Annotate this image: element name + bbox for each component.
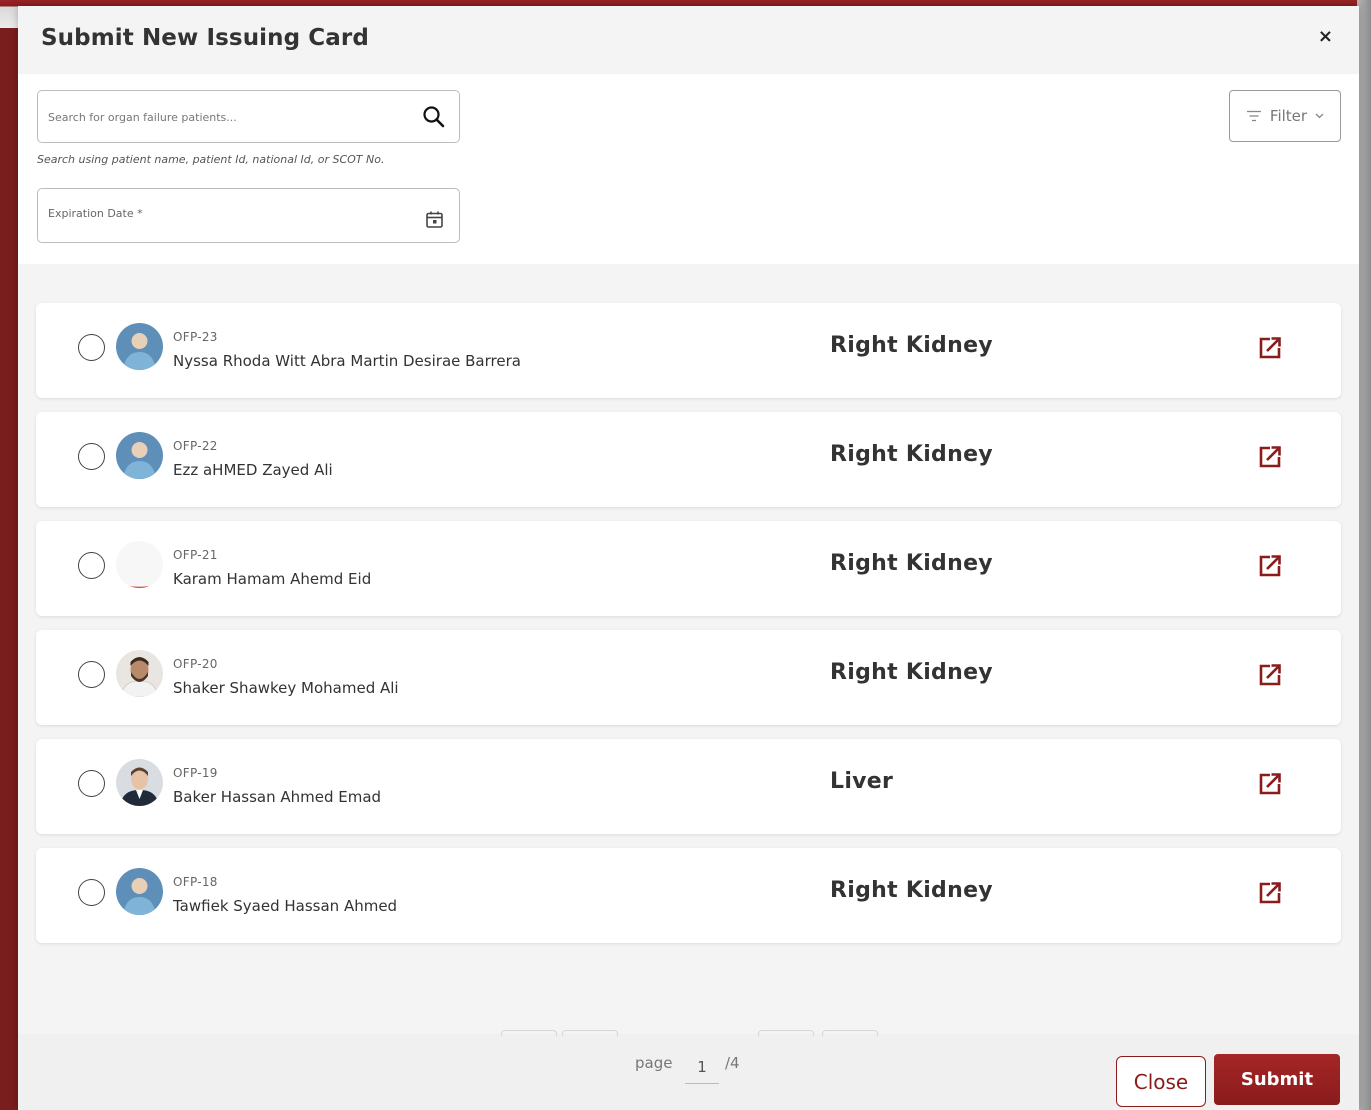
list-item[interactable]: OFP-21 Karam Hamam Ahemd Eid Right Kidne… xyxy=(36,521,1341,616)
patient-code: OFP-21 xyxy=(173,548,218,562)
list-item[interactable]: OFP-23 Nyssa Rhoda Witt Abra Martin Desi… xyxy=(36,303,1341,398)
organ-label: Right Kidney xyxy=(830,551,993,576)
avatar xyxy=(116,759,163,806)
patient-code: OFP-18 xyxy=(173,875,218,889)
pager-first-button[interactable] xyxy=(501,1030,557,1036)
default-avatar-icon xyxy=(116,432,163,479)
patient-name: Nyssa Rhoda Witt Abra Martin Desirae Bar… xyxy=(173,352,521,370)
filter-label: Filter xyxy=(1269,107,1308,125)
calendar-icon[interactable] xyxy=(425,210,444,229)
select-radio[interactable] xyxy=(78,334,105,361)
patient-code: OFP-23 xyxy=(173,330,218,344)
submit-button[interactable]: Submit xyxy=(1214,1054,1340,1105)
patient-name: Tawfiek Syaed Hassan Ahmed xyxy=(173,897,398,915)
organ-label: Right Kidney xyxy=(830,660,993,685)
select-radio[interactable] xyxy=(78,879,105,906)
issuing-card-modal: Submit New Issuing Card × Search using p… xyxy=(18,6,1359,1110)
patient-name: Karam Hamam Ahemd Eid xyxy=(173,570,372,588)
pager-prev-button[interactable] xyxy=(562,1030,618,1036)
page-total: /4 xyxy=(725,1054,740,1072)
organ-label: Right Kidney xyxy=(830,442,993,467)
expiration-date-field[interactable]: Expiration Date * xyxy=(37,188,460,243)
patient-name: Ezz aHMED Zayed Ali xyxy=(173,461,333,479)
filter-button[interactable]: Filter xyxy=(1229,90,1341,142)
avatar xyxy=(116,541,163,588)
patient-name: Baker Hassan Ahmed Emad xyxy=(173,788,382,806)
open-external-icon[interactable] xyxy=(1256,552,1284,580)
organ-label: Liver xyxy=(830,769,894,794)
close-button[interactable]: Close xyxy=(1116,1056,1206,1107)
search-field xyxy=(37,90,460,143)
open-external-icon[interactable] xyxy=(1256,770,1284,798)
modal-footer: page /4 Close Submit xyxy=(18,1030,1359,1110)
chevron-down-icon xyxy=(1315,113,1324,119)
list-item[interactable]: OFP-22 Ezz aHMED Zayed Ali Right Kidney xyxy=(36,412,1341,507)
pager-next-button[interactable] xyxy=(758,1030,814,1036)
select-radio[interactable] xyxy=(78,443,105,470)
page-label: page xyxy=(635,1054,673,1072)
page-number-input[interactable] xyxy=(685,1051,719,1084)
blank-avatar-icon xyxy=(116,541,163,588)
patient-list: OFP-23 Nyssa Rhoda Witt Abra Martin Desi… xyxy=(18,264,1359,1034)
open-external-icon[interactable] xyxy=(1256,443,1284,471)
expiration-date-label: Expiration Date * xyxy=(48,207,143,220)
search-input[interactable] xyxy=(48,103,408,131)
modal-title: Submit New Issuing Card xyxy=(41,25,369,51)
avatar xyxy=(116,650,163,697)
patient-code: OFP-19 xyxy=(173,766,218,780)
select-radio[interactable] xyxy=(78,552,105,579)
avatar xyxy=(116,868,163,915)
photo-avatar-icon xyxy=(116,759,163,806)
backdrop-scroll-shadow xyxy=(1357,0,1371,1110)
filters-panel: Search using patient name, patient Id, n… xyxy=(18,74,1359,264)
close-icon[interactable]: × xyxy=(1318,26,1333,47)
list-item[interactable]: OFP-19 Baker Hassan Ahmed Emad Liver xyxy=(36,739,1341,834)
patient-code: OFP-22 xyxy=(173,439,218,453)
modal-header: Submit New Issuing Card × xyxy=(18,6,1359,74)
avatar xyxy=(116,432,163,479)
list-item[interactable]: OFP-20 Shaker Shawkey Mohamed Ali Right … xyxy=(36,630,1341,725)
open-external-icon[interactable] xyxy=(1256,879,1284,907)
organ-label: Right Kidney xyxy=(830,878,993,903)
open-external-icon[interactable] xyxy=(1256,661,1284,689)
photo-avatar-icon xyxy=(116,650,163,697)
select-radio[interactable] xyxy=(78,661,105,688)
search-hint: Search using patient name, patient Id, n… xyxy=(37,153,385,166)
list-item[interactable]: OFP-18 Tawfiek Syaed Hassan Ahmed Right … xyxy=(36,848,1341,943)
patient-name: Shaker Shawkey Mohamed Ali xyxy=(173,679,399,697)
open-external-icon[interactable] xyxy=(1256,334,1284,362)
organ-label: Right Kidney xyxy=(830,333,993,358)
select-radio[interactable] xyxy=(78,770,105,797)
patient-code: OFP-20 xyxy=(173,657,218,671)
pager-last-button[interactable] xyxy=(822,1030,878,1036)
search-icon[interactable] xyxy=(421,104,447,130)
filter-icon xyxy=(1246,110,1261,122)
avatar xyxy=(116,323,163,370)
default-avatar-icon xyxy=(116,868,163,915)
default-avatar-icon xyxy=(116,323,163,370)
